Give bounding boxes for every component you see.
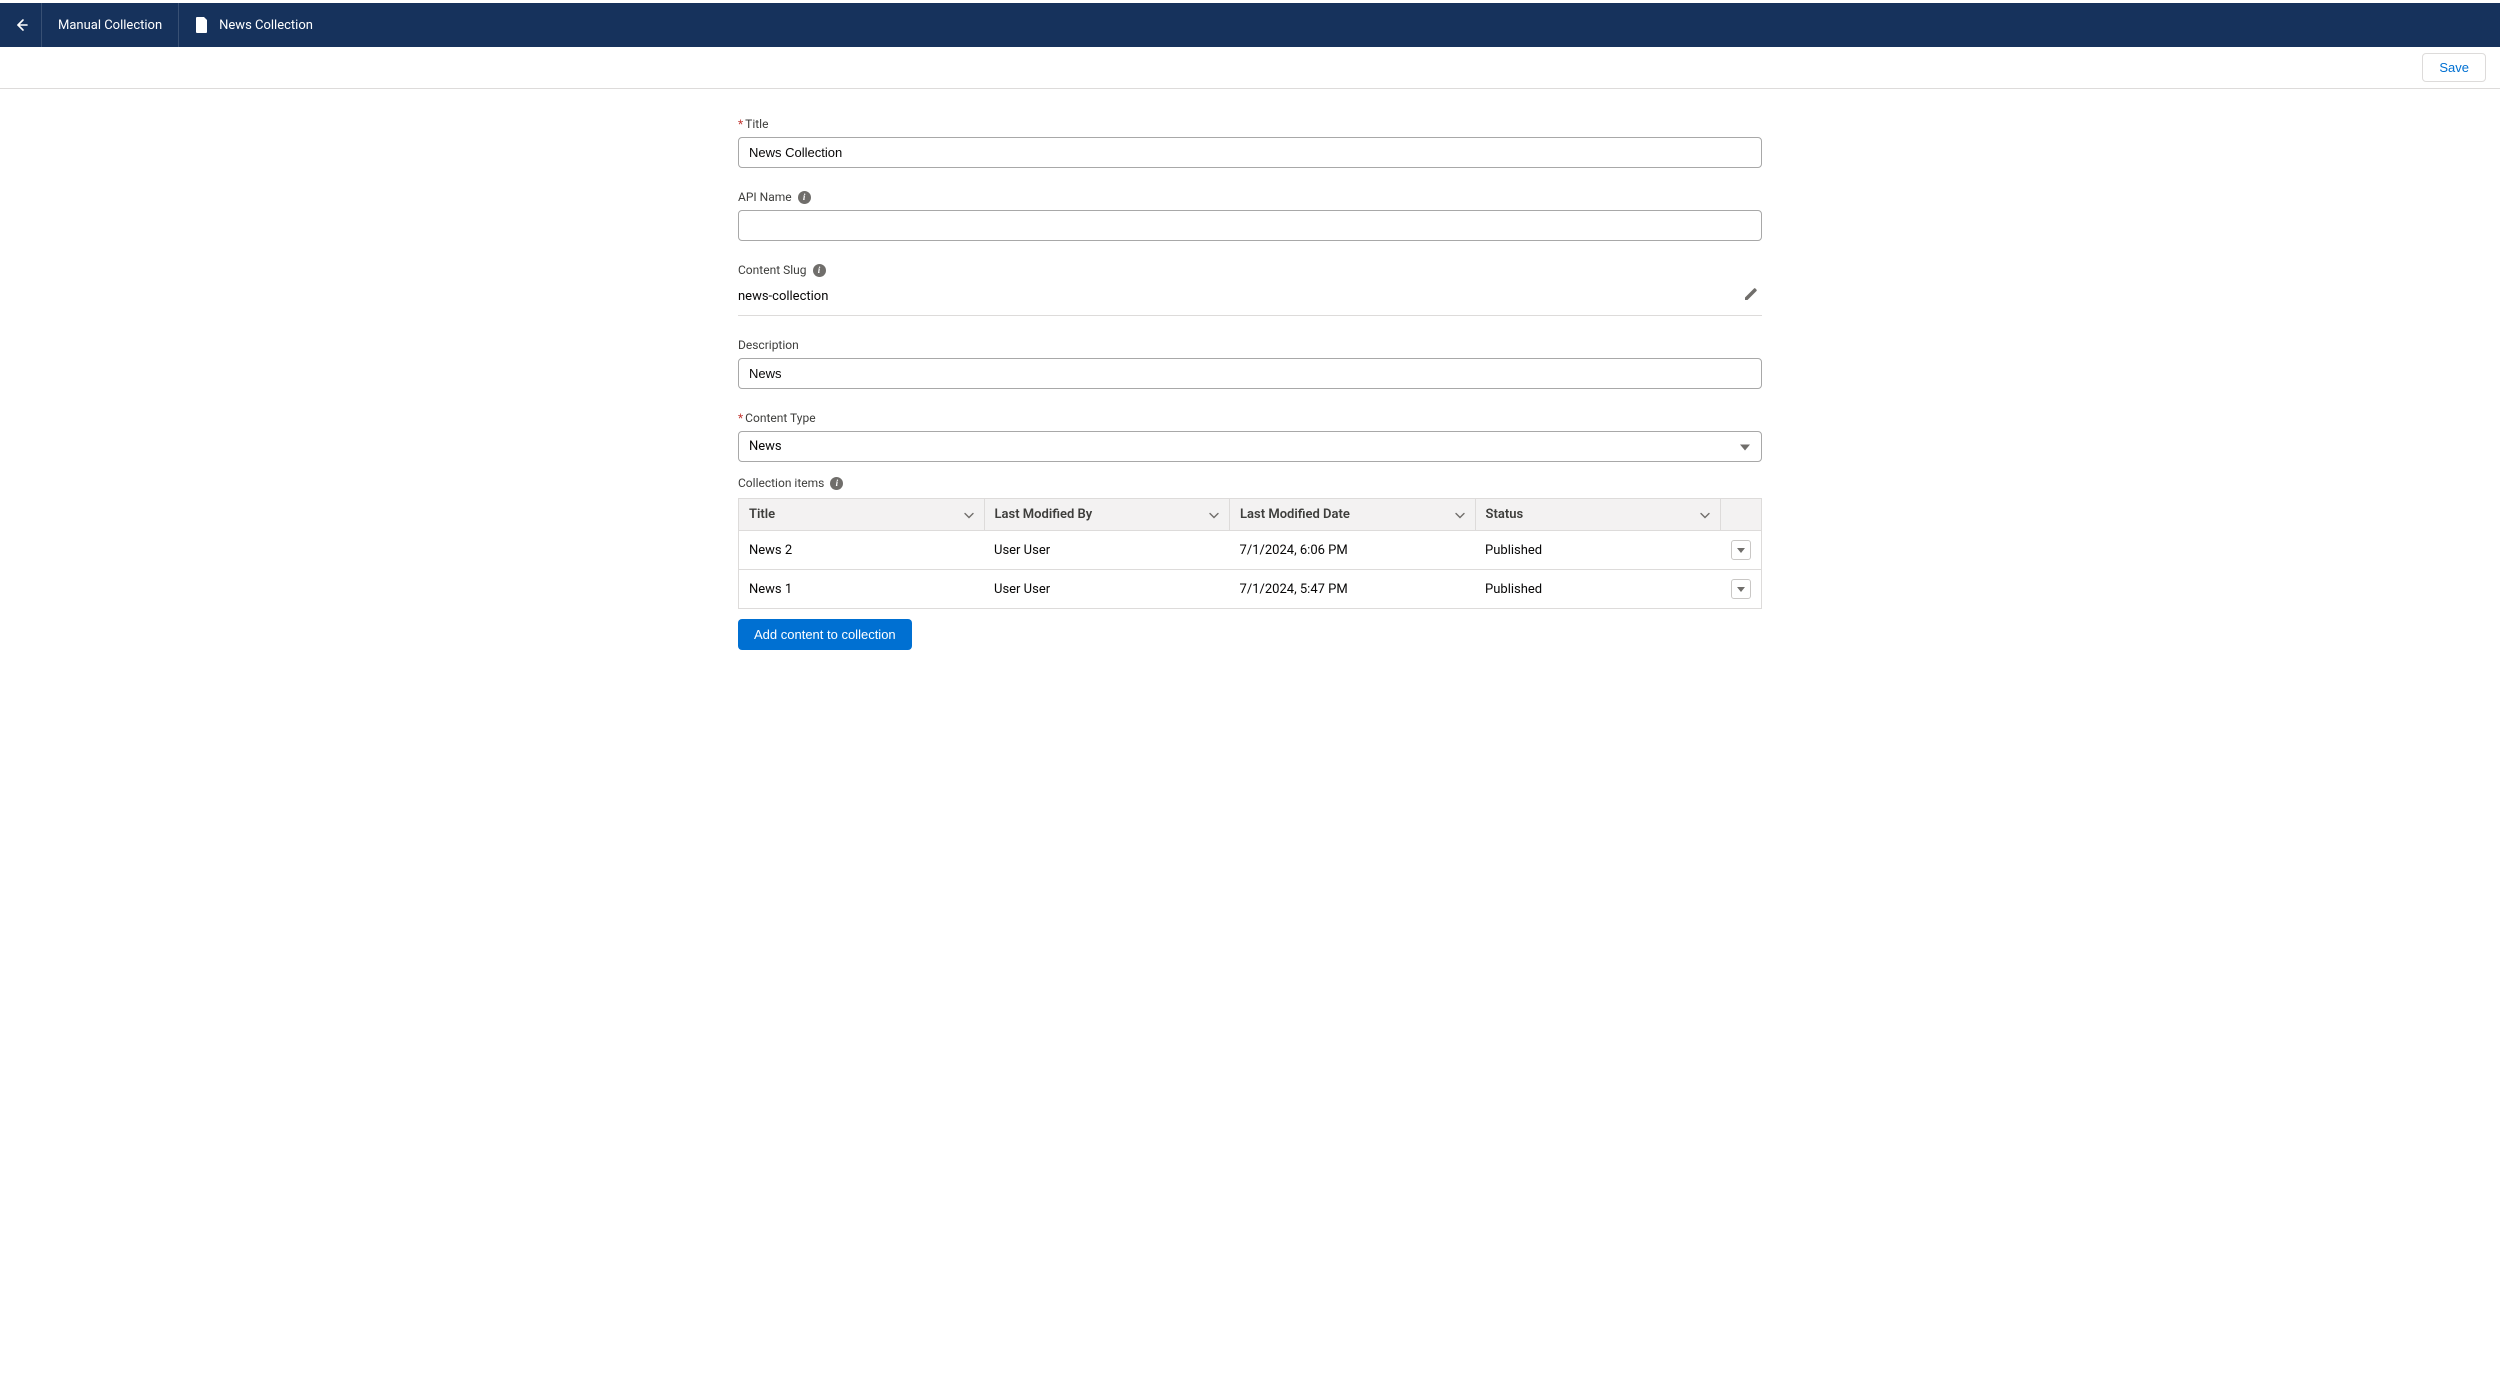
document-icon bbox=[195, 17, 209, 33]
edit-slug-button[interactable] bbox=[1740, 283, 1762, 309]
back-button[interactable] bbox=[0, 3, 42, 47]
cell-modified-date: 7/1/2024, 5:47 PM bbox=[1230, 570, 1476, 609]
save-button-label: Save bbox=[2439, 60, 2469, 75]
content-type-label-text: Content Type bbox=[745, 411, 815, 425]
cell-actions bbox=[1721, 531, 1762, 570]
save-button[interactable]: Save bbox=[2422, 53, 2486, 82]
col-header-title-text: Title bbox=[749, 507, 775, 522]
col-header-modified-date-text: Last Modified Date bbox=[1240, 507, 1350, 522]
col-header-modified-by[interactable]: Last Modified By bbox=[984, 499, 1230, 531]
chevron-down-icon bbox=[964, 507, 974, 522]
col-header-modified-date[interactable]: Last Modified Date bbox=[1230, 499, 1476, 531]
col-header-status[interactable]: Status bbox=[1475, 499, 1721, 531]
chevron-down-icon bbox=[1700, 507, 1710, 522]
cell-modified-date: 7/1/2024, 6:06 PM bbox=[1230, 531, 1476, 570]
cell-modified-by: User User bbox=[984, 570, 1230, 609]
collection-items-table: Title Last Modified By Last Modified Dat… bbox=[738, 498, 1762, 609]
chevron-down-icon bbox=[1209, 507, 1219, 522]
row-menu-button[interactable] bbox=[1731, 540, 1751, 560]
breadcrumb-parent-label: Manual Collection bbox=[58, 18, 162, 33]
row-menu-button[interactable] bbox=[1731, 579, 1751, 599]
info-icon[interactable]: i bbox=[830, 477, 843, 490]
table-row: News 2User User7/1/2024, 6:06 PMPublishe… bbox=[739, 531, 1762, 570]
slug-label: Content Slug i bbox=[738, 263, 1762, 277]
breadcrumb-current: News Collection bbox=[179, 3, 329, 47]
chevron-down-icon bbox=[1455, 507, 1465, 522]
slug-row: news-collection bbox=[738, 283, 1762, 316]
field-title: * Title bbox=[738, 117, 1762, 168]
cell-status: Published bbox=[1475, 531, 1721, 570]
title-label: * Title bbox=[738, 117, 1762, 131]
caret-down-icon bbox=[1737, 587, 1745, 592]
required-mark: * bbox=[738, 411, 743, 425]
field-api-name: API Name i bbox=[738, 190, 1762, 241]
col-header-status-text: Status bbox=[1486, 507, 1524, 522]
table-header-row: Title Last Modified By Last Modified Dat… bbox=[739, 499, 1762, 531]
add-content-button-label: Add content to collection bbox=[754, 627, 896, 642]
cell-actions bbox=[1721, 570, 1762, 609]
slug-label-text: Content Slug bbox=[738, 263, 807, 277]
col-header-modified-by-text: Last Modified By bbox=[995, 507, 1093, 522]
api-name-label: API Name i bbox=[738, 190, 1762, 204]
field-content-slug: Content Slug i news-collection bbox=[738, 263, 1762, 316]
cell-title: News 1 bbox=[739, 570, 985, 609]
arrow-left-icon bbox=[13, 17, 29, 33]
pencil-icon bbox=[1744, 287, 1758, 301]
info-icon[interactable]: i bbox=[813, 264, 826, 277]
content-type-value: News bbox=[749, 439, 782, 454]
info-icon[interactable]: i bbox=[798, 191, 811, 204]
title-input[interactable] bbox=[738, 137, 1762, 168]
caret-down-icon bbox=[1737, 548, 1745, 553]
cell-modified-by: User User bbox=[984, 531, 1230, 570]
description-input[interactable] bbox=[738, 358, 1762, 389]
content-type-select-wrap: News bbox=[738, 431, 1762, 462]
slug-value: news-collection bbox=[738, 289, 828, 304]
field-content-type: * Content Type News bbox=[738, 411, 1762, 462]
description-label-text: Description bbox=[738, 338, 799, 352]
header-bar: Manual Collection News Collection bbox=[0, 3, 2500, 47]
cell-status: Published bbox=[1475, 570, 1721, 609]
required-mark: * bbox=[738, 117, 743, 131]
content-type-label: * Content Type bbox=[738, 411, 1762, 425]
action-bar: Save bbox=[0, 47, 2500, 89]
col-header-title[interactable]: Title bbox=[739, 499, 985, 531]
table-row: News 1User User7/1/2024, 5:47 PMPublishe… bbox=[739, 570, 1762, 609]
collection-items-label-text: Collection items bbox=[738, 476, 824, 490]
breadcrumb-parent[interactable]: Manual Collection bbox=[42, 3, 179, 47]
cell-title: News 2 bbox=[739, 531, 985, 570]
breadcrumb-current-label: News Collection bbox=[219, 18, 313, 33]
description-label: Description bbox=[738, 338, 1762, 352]
add-content-button[interactable]: Add content to collection bbox=[738, 619, 912, 650]
content-type-select[interactable]: News bbox=[738, 431, 1762, 462]
api-name-label-text: API Name bbox=[738, 190, 792, 204]
form-area: * Title API Name i Content Slug i news-c… bbox=[738, 89, 1762, 690]
field-description: Description bbox=[738, 338, 1762, 389]
collection-items-label: Collection items i bbox=[738, 476, 1762, 490]
api-name-input[interactable] bbox=[738, 210, 1762, 241]
title-label-text: Title bbox=[745, 117, 768, 131]
col-header-actions bbox=[1721, 499, 1762, 531]
